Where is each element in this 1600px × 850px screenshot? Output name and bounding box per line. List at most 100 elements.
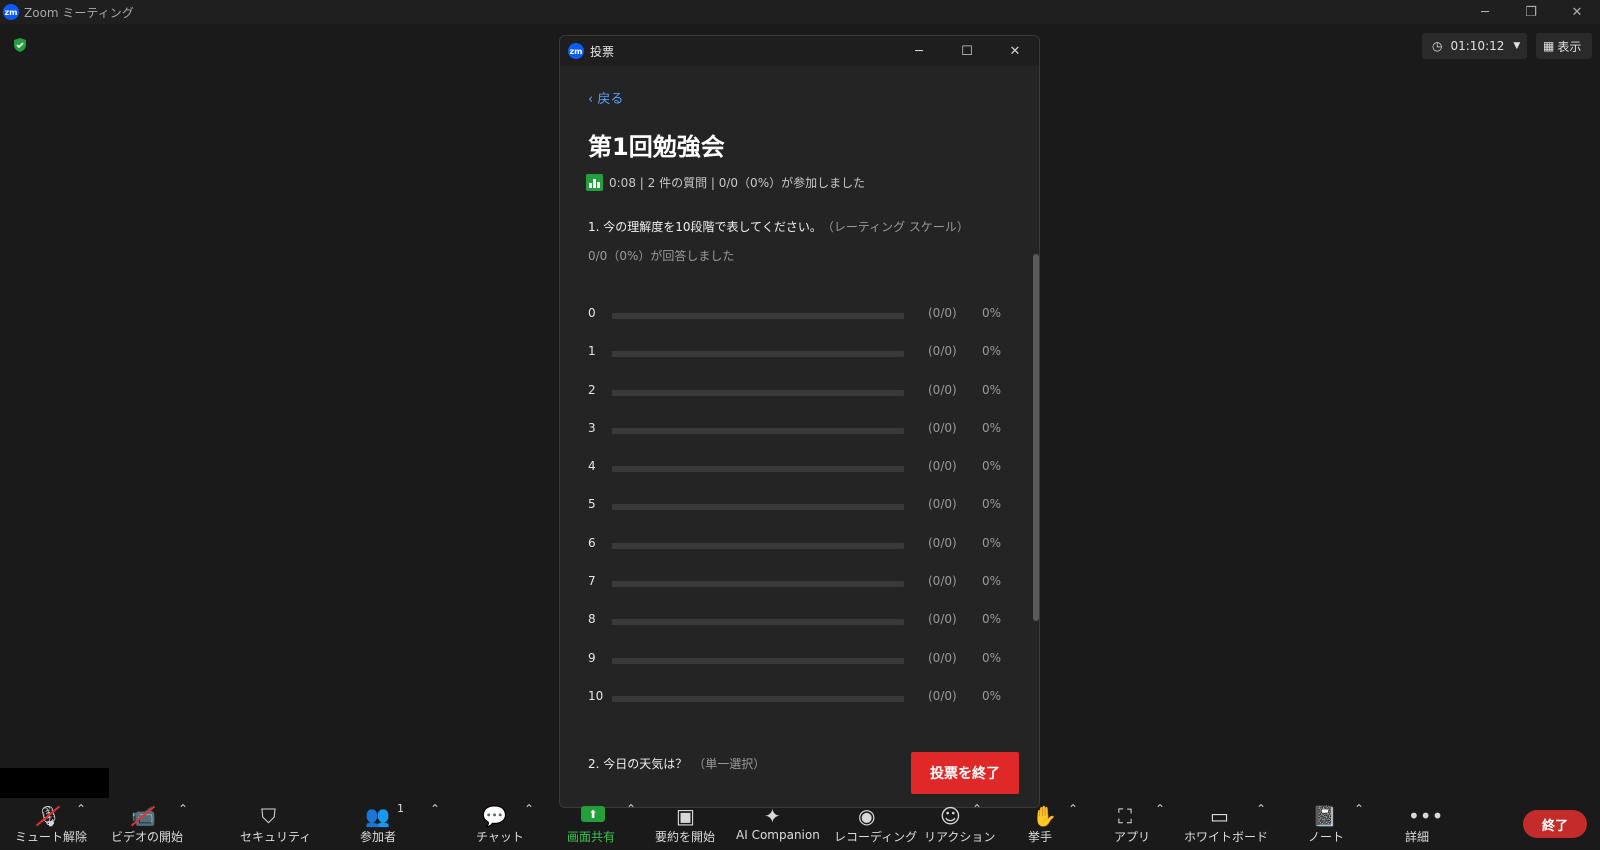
whiteboard-options-chevron[interactable]: ⌃ — [1256, 802, 1266, 816]
chat-options-chevron[interactable]: ⌃ — [524, 802, 534, 816]
recording-button[interactable]: ◉ レコーディング — [830, 798, 917, 850]
rating-option-label: 5 — [588, 497, 596, 512]
rating-option-count: (0/0) — [928, 344, 957, 359]
rating-option-count: (0/0) — [928, 382, 957, 397]
meeting-timer[interactable]: ◷ 01:10:12 ▼ — [1422, 33, 1527, 59]
rating-option-percent: 0% — [982, 535, 1002, 550]
rating-option-label: 4 — [588, 459, 596, 474]
notes-button[interactable]: 📓 ⌃ ノート — [1300, 798, 1380, 850]
result-bar-track — [612, 427, 904, 434]
participants-button[interactable]: 👥 1 ⌃ 参加者 — [350, 798, 446, 850]
end-poll-button[interactable]: 投票を終了 — [911, 752, 1019, 794]
share-screen-icon: ⬆ — [581, 806, 605, 822]
chevron-left-icon: ‹ — [588, 92, 598, 107]
scrollbar-thumb[interactable] — [1033, 254, 1039, 621]
rating-option-row: 10 (0/0) 0% — [588, 689, 1008, 735]
apps-button[interactable]: ⛶ ⌃ アプリ — [1110, 798, 1190, 850]
notes-options-chevron[interactable]: ⌃ — [1354, 802, 1364, 816]
apps-options-chevron[interactable]: ⌃ — [1155, 802, 1165, 816]
security-label: セキュリティ — [240, 830, 312, 844]
maximize-icon[interactable]: ☐ — [943, 36, 991, 66]
rating-option-count: (0/0) — [928, 612, 957, 627]
rating-option-label: 9 — [588, 650, 596, 665]
share-options-chevron[interactable]: ⌃ — [626, 802, 636, 816]
rating-option-label: 3 — [588, 420, 596, 435]
question-2-text: 2. 今日の天気は？ — [588, 757, 688, 771]
result-bar-track — [612, 351, 904, 358]
self-video-tile — [0, 768, 109, 798]
dialog-scrollbar[interactable] — [1033, 217, 1039, 775]
reactions-button[interactable]: ☺ ⌃ リアクション — [918, 798, 998, 850]
result-bar-track — [612, 657, 904, 664]
back-link[interactable]: ‹ 戻る — [588, 88, 623, 107]
rating-option-count: (0/0) — [928, 459, 957, 474]
raise-hand-label: 挙手 — [1028, 830, 1053, 844]
start-video-label: ビデオの開始 — [111, 830, 184, 844]
more-button[interactable]: ••• 詳細 — [1400, 798, 1460, 850]
app-titlebar: zm Zoom ミーティング ─ ❐ ✕ — [0, 0, 1600, 24]
poll-meta-text: 0:08 | 2 件の質問 | 0/0（0%）が参加しました — [609, 176, 866, 190]
question-1-type: （レーティング スケール） — [827, 220, 969, 234]
smiley-icon: ☺ — [940, 804, 961, 828]
end-meeting-button[interactable]: 終了 — [1523, 810, 1587, 838]
more-dots-icon: ••• — [1408, 804, 1444, 828]
rating-option-percent: 0% — [982, 650, 1002, 665]
start-video-button[interactable]: 📹 ⌃ ビデオの開始 — [104, 798, 200, 850]
close-icon[interactable]: ✕ — [1554, 0, 1600, 24]
participants-options-chevron[interactable]: ⌃ — [430, 802, 440, 816]
rating-option-count: (0/0) — [928, 650, 957, 665]
ai-companion-button[interactable]: ✦ AI Companion — [732, 798, 828, 850]
rating-option-percent: 0% — [982, 344, 1002, 359]
unmute-button[interactable]: 🎙 ⌃ ミュート解除 — [0, 798, 104, 850]
result-bar-track — [612, 619, 904, 626]
close-icon[interactable]: ✕ — [991, 36, 1039, 66]
record-icon: ◉ — [858, 804, 876, 828]
question-2-type: （単一選択） — [693, 757, 766, 771]
chat-button[interactable]: 💬 ⌃ チャット — [466, 798, 546, 850]
rating-option-label: 10 — [588, 688, 604, 703]
minimize-icon[interactable]: ─ — [1462, 0, 1508, 24]
raise-hand-options-chevron[interactable]: ⌃ — [1068, 802, 1078, 816]
encryption-shield-icon[interactable] — [12, 37, 28, 53]
chat-label: チャット — [476, 830, 524, 844]
share-screen-button[interactable]: ⬆ ⌃ 画面共有 — [560, 798, 640, 850]
view-button[interactable]: ▦ 表示 — [1536, 33, 1592, 59]
reactions-label: リアクション — [924, 830, 996, 844]
apps-icon: ⛶ — [1118, 804, 1132, 828]
poll-results-icon — [586, 174, 603, 191]
result-bar-track — [612, 466, 904, 473]
restore-icon[interactable]: ❐ — [1508, 0, 1554, 24]
rating-option-label: 6 — [588, 535, 596, 550]
raise-hand-button[interactable]: ✋ ⌃ 挙手 — [1020, 798, 1100, 850]
zoom-logo-icon: zm — [568, 43, 584, 59]
rating-option-count: (0/0) — [928, 535, 957, 550]
start-summary-button[interactable]: ▣ 要約を開始 — [650, 798, 726, 850]
dialog-window-controls: ─ ☐ ✕ — [895, 36, 1039, 66]
unmute-options-chevron[interactable]: ⌃ — [76, 802, 86, 816]
zoom-logo-icon: zm — [3, 4, 19, 20]
rating-option-percent: 0% — [982, 497, 1002, 512]
start-summary-label: 要約を開始 — [655, 830, 716, 844]
rating-option-percent: 0% — [982, 306, 1002, 320]
apps-label: アプリ — [1114, 830, 1151, 844]
rating-option-percent: 0% — [982, 459, 1002, 474]
window-controls: ─ ❐ ✕ — [1462, 0, 1600, 24]
poll-meta: 0:08 | 2 件の質問 | 0/0（0%）が参加しました — [586, 174, 865, 191]
poll-dialog-title: 投票 — [590, 44, 615, 59]
whiteboard-button[interactable]: ▭ ⌃ ホワイトボード — [1182, 798, 1282, 850]
chevron-down-icon: ▼ — [1513, 41, 1521, 51]
security-shield-icon: ⛉ — [261, 804, 276, 828]
more-label: 詳細 — [1405, 830, 1430, 844]
reactions-options-chevron[interactable]: ⌃ — [972, 802, 982, 816]
video-options-chevron[interactable]: ⌃ — [178, 802, 188, 816]
minimize-icon[interactable]: ─ — [895, 36, 943, 66]
rating-option-count: (0/0) — [928, 420, 957, 435]
question-1-text: 1. 今の理解度を10段階で表してください。 — [588, 220, 822, 234]
view-label: 表示 — [1557, 39, 1582, 54]
question-1-answered: 0/0（0%）が回答しました — [588, 249, 735, 263]
microphone-muted-icon: 🎙 — [36, 804, 62, 828]
rating-option-count: (0/0) — [928, 497, 957, 512]
notes-icon: 📓 — [1312, 804, 1337, 828]
security-button[interactable]: ⛉ セキュリティ — [232, 798, 312, 850]
timer-value: 01:10:12 — [1450, 39, 1505, 53]
